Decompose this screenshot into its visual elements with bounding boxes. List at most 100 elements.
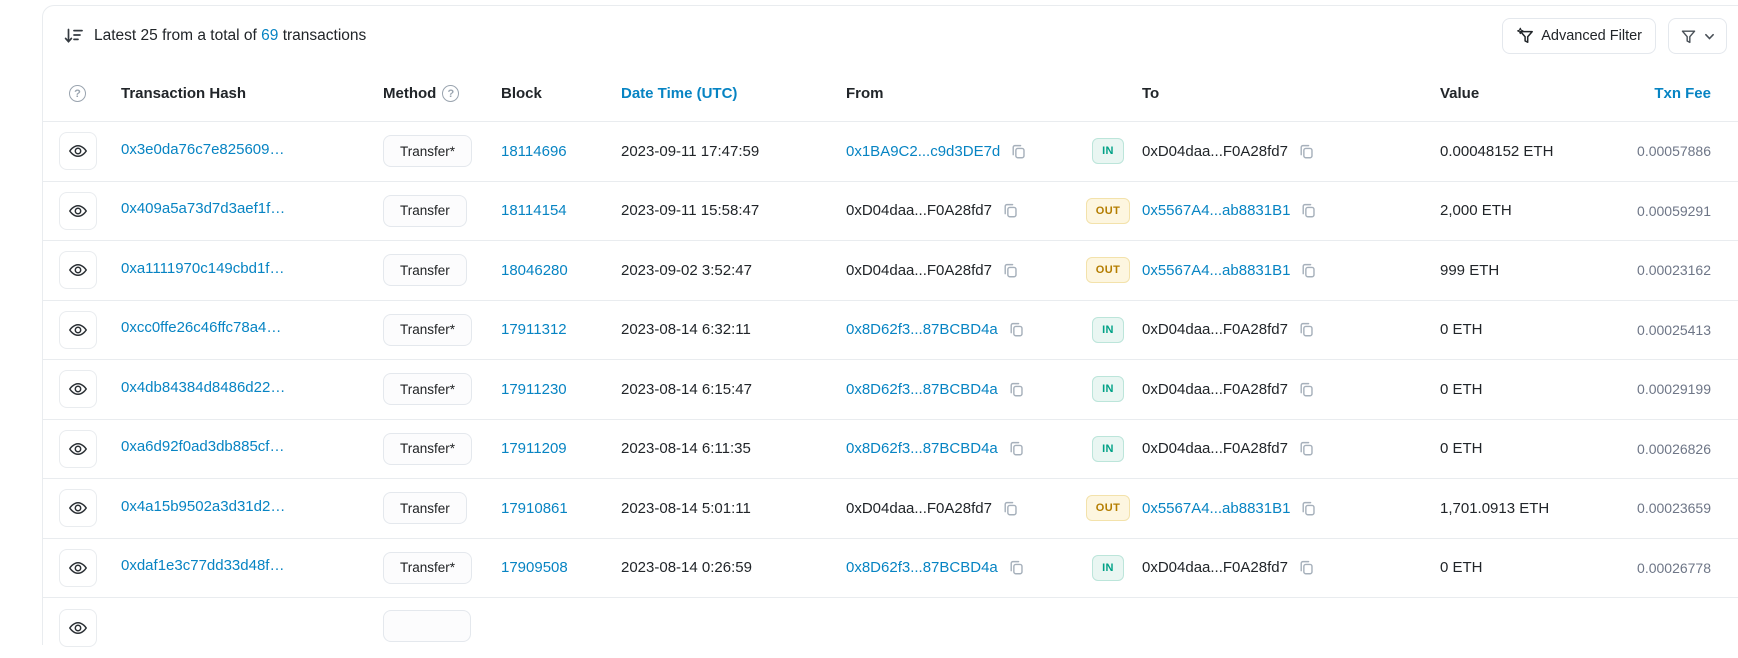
tx-hash-link[interactable]: 0xa1111970c149cbd1f… xyxy=(121,260,284,277)
method-badge[interactable] xyxy=(383,610,471,642)
to-address[interactable]: 0x5567A4...ab8831B1 xyxy=(1142,202,1290,219)
block-link[interactable]: 17911312 xyxy=(501,321,567,338)
tx-hash-link[interactable]: 0x409a5a73d7d3aef1f… xyxy=(121,200,285,217)
header-method: Method xyxy=(383,85,436,102)
transactions-summary: Latest 25 from a total of 69 transaction… xyxy=(94,27,366,45)
eye-button[interactable] xyxy=(59,549,97,587)
method-help-icon[interactable]: ? xyxy=(442,85,459,102)
tx-hash-link[interactable]: 0x4a15b9502a3d31d2… xyxy=(121,498,285,515)
from-address[interactable]: 0x8D62f3...87BCBD4a xyxy=(846,381,998,398)
to-address[interactable]: 0xD04daa...F0A28fd7 xyxy=(1142,381,1288,398)
value-text: 999 ETH xyxy=(1440,262,1499,279)
txn-fee-text: 0.00026826 xyxy=(1637,441,1711,457)
eye-button[interactable] xyxy=(59,192,97,230)
block-link[interactable]: 17910861 xyxy=(501,500,568,517)
direction-badge: IN xyxy=(1092,555,1124,581)
copy-icon[interactable] xyxy=(1300,500,1317,517)
copy-icon[interactable] xyxy=(1008,381,1025,398)
copy-icon[interactable] xyxy=(1002,262,1019,279)
datetime-text: 2023-08-14 0:26:59 xyxy=(621,559,752,576)
tx-hash-link[interactable]: 0xa6d92f0ad3db885cf… xyxy=(121,438,284,455)
value-text: 0.00048152 ETH xyxy=(1440,143,1553,160)
copy-icon[interactable] xyxy=(1298,440,1315,457)
from-address[interactable]: 0x8D62f3...87BCBD4a xyxy=(846,440,998,457)
copy-icon[interactable] xyxy=(1010,143,1027,160)
value-text: 0 ETH xyxy=(1440,381,1483,398)
method-badge[interactable]: Transfer xyxy=(383,492,467,524)
tx-hash-link[interactable]: 0x4db84384d8486d22… xyxy=(121,379,285,396)
eye-button[interactable] xyxy=(59,311,97,349)
eye-button[interactable] xyxy=(59,489,97,527)
copy-icon[interactable] xyxy=(1300,262,1317,279)
to-address[interactable]: 0xD04daa...F0A28fd7 xyxy=(1142,321,1288,338)
advanced-filter-button[interactable]: Advanced Filter xyxy=(1502,18,1656,54)
from-address[interactable]: 0x8D62f3...87BCBD4a xyxy=(846,321,998,338)
block-link[interactable]: 18046280 xyxy=(501,262,568,279)
method-badge[interactable]: Transfer* xyxy=(383,552,472,584)
header-datetime-toggle[interactable]: Date Time (UTC) xyxy=(621,85,846,102)
method-badge[interactable]: Transfer* xyxy=(383,373,472,405)
block-link[interactable]: 17911230 xyxy=(501,381,567,398)
value-text: 2,000 ETH xyxy=(1440,202,1512,219)
copy-icon[interactable] xyxy=(1008,321,1025,338)
to-address[interactable]: 0x5567A4...ab8831B1 xyxy=(1142,500,1290,517)
method-badge[interactable]: Transfer xyxy=(383,195,467,227)
copy-icon[interactable] xyxy=(1008,440,1025,457)
txn-fee-text: 0.00023162 xyxy=(1637,262,1711,278)
help-icon[interactable]: ? xyxy=(69,85,86,102)
from-address[interactable]: 0xD04daa...F0A28fd7 xyxy=(846,202,992,219)
from-address[interactable]: 0x8D62f3...87BCBD4a xyxy=(846,559,998,576)
copy-icon[interactable] xyxy=(1002,202,1019,219)
method-badge[interactable]: Transfer* xyxy=(383,135,472,167)
eye-button[interactable] xyxy=(59,370,97,408)
datetime-text: 2023-09-11 15:58:47 xyxy=(621,202,759,219)
table-topbar: Latest 25 from a total of 69 transaction… xyxy=(43,6,1738,66)
header-block: Block xyxy=(501,85,621,102)
copy-icon[interactable] xyxy=(1300,202,1317,219)
funnel-icon xyxy=(1680,28,1697,45)
direction-badge: IN xyxy=(1092,376,1124,402)
datetime-text: 2023-09-11 17:47:59 xyxy=(621,143,759,160)
from-address[interactable]: 0x1BA9C2...c9d3DE7d xyxy=(846,143,1000,160)
eye-button[interactable] xyxy=(59,132,97,170)
copy-icon[interactable] xyxy=(1298,321,1315,338)
filter-dropdown-button[interactable] xyxy=(1668,18,1727,54)
copy-icon[interactable] xyxy=(1002,500,1019,517)
from-address[interactable]: 0xD04daa...F0A28fd7 xyxy=(846,262,992,279)
copy-icon[interactable] xyxy=(1008,559,1025,576)
datetime-text: 2023-08-14 5:01:11 xyxy=(621,500,751,517)
txn-fee-text: 0.00029199 xyxy=(1637,381,1711,397)
eye-button[interactable] xyxy=(59,251,97,289)
direction-badge: IN xyxy=(1092,138,1124,164)
to-address[interactable]: 0xD04daa...F0A28fd7 xyxy=(1142,143,1288,160)
method-badge[interactable]: Transfer* xyxy=(383,314,472,346)
eye-icon xyxy=(68,439,88,459)
to-address[interactable]: 0xD04daa...F0A28fd7 xyxy=(1142,559,1288,576)
tx-hash-link[interactable]: 0xcc0ffe26c46ffc78a4… xyxy=(121,319,281,336)
tx-hash-link[interactable]: 0x3e0da76c7e825609… xyxy=(121,141,284,158)
method-badge[interactable]: Transfer* xyxy=(383,433,472,465)
method-badge[interactable]: Transfer xyxy=(383,254,467,286)
eye-button[interactable] xyxy=(59,430,97,468)
table-row: 0x409a5a73d7d3aef1f… Transfer 18114154 2… xyxy=(43,182,1738,242)
copy-icon[interactable] xyxy=(1298,559,1315,576)
eye-button[interactable] xyxy=(59,609,97,647)
copy-icon[interactable] xyxy=(1298,381,1315,398)
direction-badge: IN xyxy=(1092,317,1124,343)
table-row: 0x3e0da76c7e825609… Transfer* 18114696 2… xyxy=(43,122,1738,182)
copy-icon[interactable] xyxy=(1298,143,1315,160)
table-header-row: ? Transaction Hash Method ? Block Date T… xyxy=(43,66,1738,122)
block-link[interactable]: 17911209 xyxy=(501,440,567,457)
from-address[interactable]: 0xD04daa...F0A28fd7 xyxy=(846,500,992,517)
to-address[interactable]: 0x5567A4...ab8831B1 xyxy=(1142,262,1290,279)
txn-fee-text: 0.00026778 xyxy=(1637,560,1711,576)
header-from: From xyxy=(846,85,1074,102)
chevron-down-icon xyxy=(1704,31,1715,42)
block-link[interactable]: 17909508 xyxy=(501,559,568,576)
block-link[interactable]: 18114696 xyxy=(501,143,567,160)
header-txn-fee-toggle[interactable]: Txn Fee xyxy=(1626,85,1711,102)
block-link[interactable]: 18114154 xyxy=(501,202,567,219)
transaction-count-link[interactable]: 69 xyxy=(261,27,278,44)
to-address[interactable]: 0xD04daa...F0A28fd7 xyxy=(1142,440,1288,457)
tx-hash-link[interactable]: 0xdaf1e3c77dd33d48f… xyxy=(121,557,284,574)
